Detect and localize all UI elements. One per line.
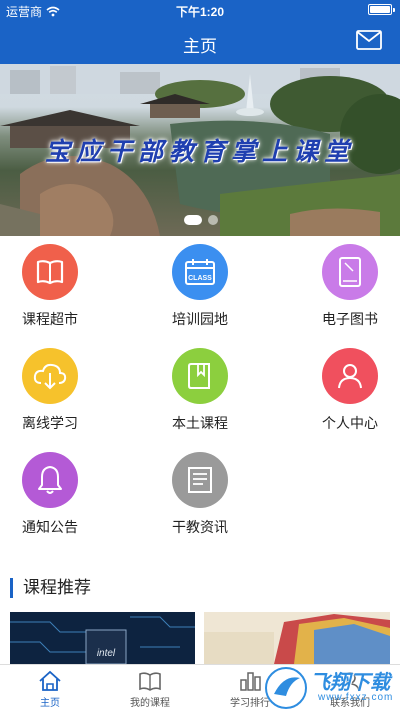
watermark-text: 飞翔下载 xyxy=(310,672,390,694)
course-thumbnail xyxy=(204,612,390,664)
tablet-icon xyxy=(322,244,378,300)
banner-carousel[interactable]: 宝应干部教育掌上课堂 xyxy=(0,64,400,236)
course-card[interactable] xyxy=(204,612,390,664)
menu-label: 课程超市 xyxy=(22,311,78,327)
watermark-logo-icon xyxy=(265,667,307,709)
menu-label: 本土课程 xyxy=(172,415,228,431)
mail-icon[interactable] xyxy=(356,29,382,51)
section-title: 课程推荐 xyxy=(10,578,91,598)
menu-item-offline-learning[interactable]: 离线学习 xyxy=(0,340,115,444)
page-title: 主页 xyxy=(183,37,217,56)
menu-item-training-garden[interactable]: CLASS 培训园地 xyxy=(135,236,265,340)
menu-item-course-market[interactable]: 课程超市 xyxy=(0,236,115,340)
tab-my-courses[interactable]: 我的课程 xyxy=(100,665,200,711)
tab-label: 主页 xyxy=(40,698,60,709)
menu-label: 通知公告 xyxy=(22,519,78,535)
home-icon xyxy=(39,670,61,691)
status-time: 下午1:20 xyxy=(175,5,225,19)
calendar-class-text: CLASS xyxy=(188,275,212,282)
cloud-download-icon xyxy=(22,348,78,404)
menu-label: 电子图书 xyxy=(322,311,378,327)
nav-bar: 主页 xyxy=(0,20,400,64)
carousel-dot-active[interactable] xyxy=(184,215,202,225)
book-icon xyxy=(22,244,78,300)
bookmark-book-icon xyxy=(172,348,228,404)
menu-item-personal-center[interactable]: 个人中心 xyxy=(285,340,400,444)
menu-label: 离线学习 xyxy=(22,415,78,431)
menu-item-local-courses[interactable]: 本土课程 xyxy=(135,340,265,444)
calendar-class-icon: CLASS xyxy=(172,244,228,300)
menu-label: 个人中心 xyxy=(322,415,378,431)
menu-label: 培训园地 xyxy=(172,311,228,327)
tab-label: 我的课程 xyxy=(130,698,170,709)
menu-item-notices[interactable]: 通知公告 xyxy=(0,444,115,548)
watermark-url: www.fxxz.com xyxy=(318,692,394,703)
svg-text:intel: intel xyxy=(97,648,116,659)
menu-item-ebooks[interactable]: 电子图书 xyxy=(285,236,400,340)
banner-slogan: 宝应干部教育掌上课堂 xyxy=(44,137,355,166)
carousel-dots xyxy=(184,215,218,225)
bar-chart-icon xyxy=(240,672,261,691)
carousel-dot[interactable] xyxy=(208,215,218,225)
course-card[interactable]: intel xyxy=(10,612,195,664)
news-icon xyxy=(172,452,228,508)
menu-label: 干教资讯 xyxy=(172,519,228,535)
battery-icon xyxy=(368,4,395,15)
open-book-icon xyxy=(139,672,161,691)
menu-item-cadre-news[interactable]: 干教资讯 xyxy=(135,444,265,548)
tab-home[interactable]: 主页 xyxy=(0,665,100,711)
app-header: 运营商 下午1:20 主页 xyxy=(0,0,400,64)
watermark: 飞翔下载 www.fxxz.com xyxy=(262,664,394,711)
user-icon xyxy=(322,348,378,404)
course-thumbnail: intel xyxy=(10,612,195,664)
bell-icon xyxy=(22,452,78,508)
status-bar: 运营商 下午1:20 xyxy=(0,0,400,20)
